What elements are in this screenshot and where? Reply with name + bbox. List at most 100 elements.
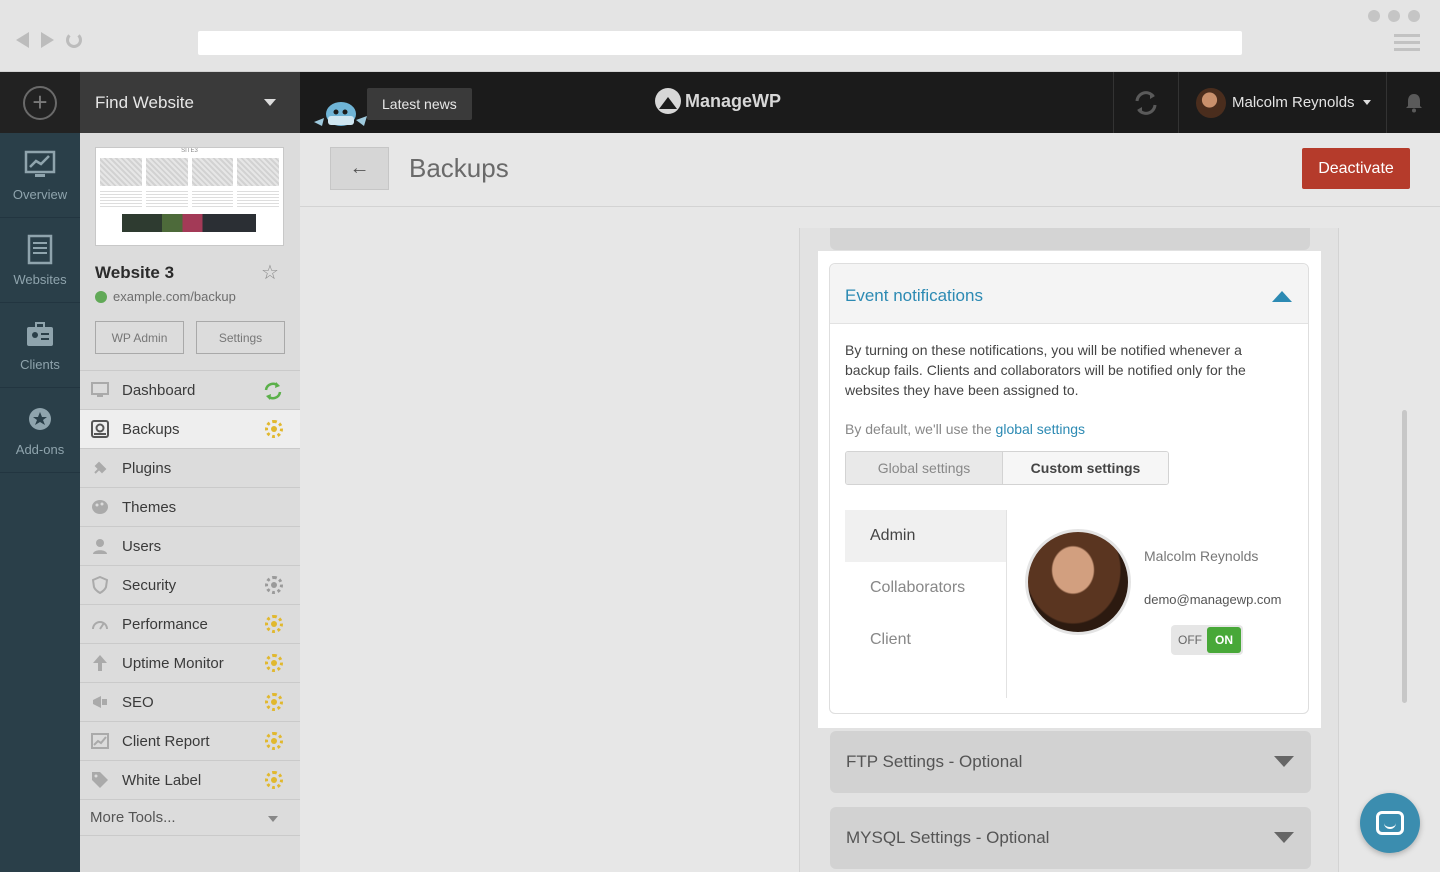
- menu-item-security[interactable]: Security: [80, 565, 300, 604]
- logo-text: ManageWP: [685, 90, 782, 111]
- thumbnail-header: SITE3: [181, 148, 198, 154]
- rail-label: Overview: [12, 187, 68, 202]
- chevron-down-icon: [268, 816, 278, 822]
- clients-icon: [27, 322, 53, 346]
- managewp-logo-icon: [655, 88, 681, 114]
- app-topbar: + Find Website Latest news ManageWP Malc…: [0, 72, 1440, 133]
- browser-menu-icon[interactable]: [1394, 34, 1420, 55]
- monitor-icon: [90, 381, 110, 399]
- ftp-settings-accordion[interactable]: FTP Settings - Optional: [830, 731, 1311, 793]
- chevron-down-icon: [1274, 756, 1294, 767]
- accordion-title: FTP Settings - Optional: [846, 752, 1023, 771]
- menu-item-white-label[interactable]: White Label: [80, 760, 300, 799]
- back-arrow-icon[interactable]: [16, 32, 29, 48]
- default-settings-note: By default, we'll use the global setting…: [845, 421, 1085, 437]
- gear-icon[interactable]: [265, 693, 283, 711]
- find-website-dropdown[interactable]: Find Website: [80, 72, 300, 133]
- address-bar[interactable]: [198, 31, 1242, 55]
- notification-toggle[interactable]: OFF ON: [1171, 625, 1243, 655]
- window-dots-icon: [1368, 10, 1420, 22]
- rail-item-addons[interactable]: Add-ons: [0, 388, 80, 473]
- star-icon[interactable]: ☆: [261, 260, 279, 285]
- overview-icon: [24, 150, 56, 177]
- menu-label: Plugins: [122, 459, 172, 477]
- menu-label: Users: [122, 537, 162, 555]
- sync-button[interactable]: [1113, 72, 1179, 133]
- site-thumbnail[interactable]: SITE3: [95, 147, 284, 246]
- plus-icon: +: [23, 85, 57, 120]
- event-notifications-panel: Event notifications By turning on these …: [829, 263, 1309, 714]
- user-menu[interactable]: Malcolm Reynolds: [1180, 72, 1386, 133]
- browser-nav: [16, 32, 82, 48]
- rail-item-clients[interactable]: Clients: [0, 303, 80, 388]
- notifications-button[interactable]: [1386, 72, 1440, 133]
- menu-label: Security: [122, 576, 177, 594]
- menu-item-dashboard[interactable]: Dashboard: [80, 370, 300, 409]
- gear-icon[interactable]: [265, 420, 283, 438]
- shield-icon: [90, 576, 110, 594]
- menu-item-backups[interactable]: Backups: [80, 409, 300, 448]
- custom-settings-tab[interactable]: Custom settings: [1003, 452, 1168, 484]
- chat-launcher-button[interactable]: [1360, 793, 1420, 853]
- site-url[interactable]: example.com/backup: [95, 289, 236, 304]
- site-url-text: example.com/backup: [113, 289, 236, 304]
- left-rail: Overview Websites Clients Add-ons: [0, 133, 80, 872]
- role-admin[interactable]: Admin: [845, 510, 1006, 562]
- global-settings-tab[interactable]: Global settings: [846, 452, 1003, 484]
- menu-item-uptime-monitor[interactable]: Uptime Monitor: [80, 643, 300, 682]
- gear-icon[interactable]: [265, 576, 283, 594]
- global-settings-link[interactable]: global settings: [996, 421, 1086, 437]
- menu-item-users[interactable]: Users: [80, 526, 300, 565]
- chevron-down-icon: [264, 99, 276, 106]
- gauge-icon: [90, 615, 110, 633]
- rail-item-websites[interactable]: Websites: [0, 218, 80, 303]
- menu-label: White Label: [122, 771, 202, 789]
- role-client[interactable]: Client: [845, 614, 1006, 666]
- plug-icon: [90, 459, 110, 477]
- rail-item-overview[interactable]: Overview: [0, 133, 80, 218]
- more-tools-dropdown[interactable]: More Tools...: [80, 799, 300, 836]
- arrow-up-icon: [90, 654, 110, 672]
- menu-item-client-report[interactable]: Client Report: [80, 721, 300, 760]
- megaphone-icon: [90, 693, 110, 711]
- backup-icon: [90, 420, 110, 438]
- forward-arrow-icon[interactable]: [41, 32, 54, 48]
- bell-icon: [1405, 93, 1422, 112]
- palette-icon: [90, 498, 110, 516]
- rail-label: Websites: [13, 272, 67, 287]
- member-name: Malcolm Reynolds: [1144, 548, 1259, 564]
- gear-icon[interactable]: [265, 654, 283, 672]
- toggle-off-label: OFF: [1178, 633, 1202, 647]
- chart-icon: [90, 732, 110, 750]
- add-website-button[interactable]: +: [0, 72, 80, 133]
- site-menu: Dashboard Backups Plugins Themes Users S…: [80, 370, 300, 836]
- gear-icon[interactable]: [265, 771, 283, 789]
- mysql-settings-accordion[interactable]: MYSQL Settings - Optional: [830, 807, 1311, 869]
- wp-admin-button[interactable]: WP Admin: [95, 321, 184, 354]
- chat-icon: [1376, 811, 1404, 835]
- rail-label: Add-ons: [15, 442, 65, 457]
- reload-icon[interactable]: [66, 32, 82, 48]
- managewp-logo[interactable]: ManageWP: [655, 88, 781, 114]
- menu-item-seo[interactable]: SEO: [80, 682, 300, 721]
- menu-label: Backups: [122, 420, 180, 438]
- browser-chrome: [0, 0, 1440, 72]
- menu-item-performance[interactable]: Performance: [80, 604, 300, 643]
- gear-icon[interactable]: [265, 615, 283, 633]
- chevron-up-icon: [1272, 291, 1292, 302]
- chevron-down-icon: [1274, 832, 1294, 843]
- menu-label: SEO: [122, 693, 154, 711]
- role-collaborators[interactable]: Collaborators: [845, 562, 1006, 614]
- deactivate-button[interactable]: Deactivate: [1302, 148, 1410, 189]
- chevron-down-icon: [1362, 100, 1371, 105]
- menu-item-themes[interactable]: Themes: [80, 487, 300, 526]
- scrollbar[interactable]: [1402, 410, 1407, 703]
- menu-item-plugins[interactable]: Plugins: [80, 448, 300, 487]
- settings-button[interactable]: Settings: [196, 321, 285, 354]
- menu-label: Client Report: [122, 732, 210, 750]
- event-notifications-header[interactable]: Event notifications: [830, 264, 1308, 324]
- latest-news-button[interactable]: Latest news: [367, 88, 472, 120]
- gear-icon[interactable]: [265, 732, 283, 750]
- back-button[interactable]: ←: [330, 147, 389, 190]
- collapsed-panel-above[interactable]: [830, 228, 1310, 250]
